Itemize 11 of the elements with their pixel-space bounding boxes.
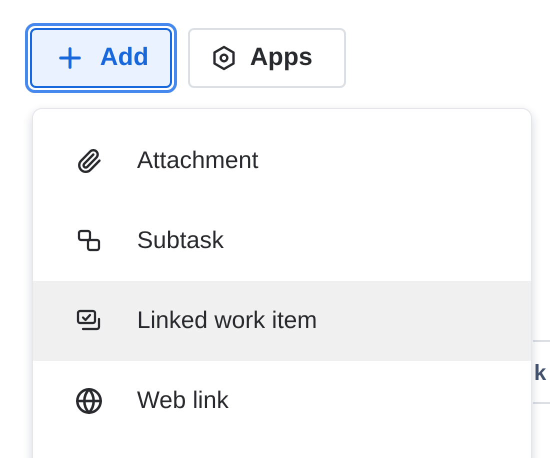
column-text: k	[533, 358, 546, 386]
menu-item[interactable]: Linked work item	[33, 281, 531, 361]
menu-item[interactable]: Attachment	[33, 121, 531, 201]
subtask-icon	[76, 228, 102, 254]
globe-icon	[74, 387, 102, 415]
add-button[interactable]: Add	[30, 28, 172, 88]
menu-item[interactable]: Web link	[33, 361, 531, 441]
paperclip-icon	[76, 148, 102, 174]
hexagon-icon	[212, 45, 236, 71]
apps-button[interactable]: Apps	[188, 28, 346, 88]
menu-item[interactable]: Subtask	[33, 201, 531, 281]
